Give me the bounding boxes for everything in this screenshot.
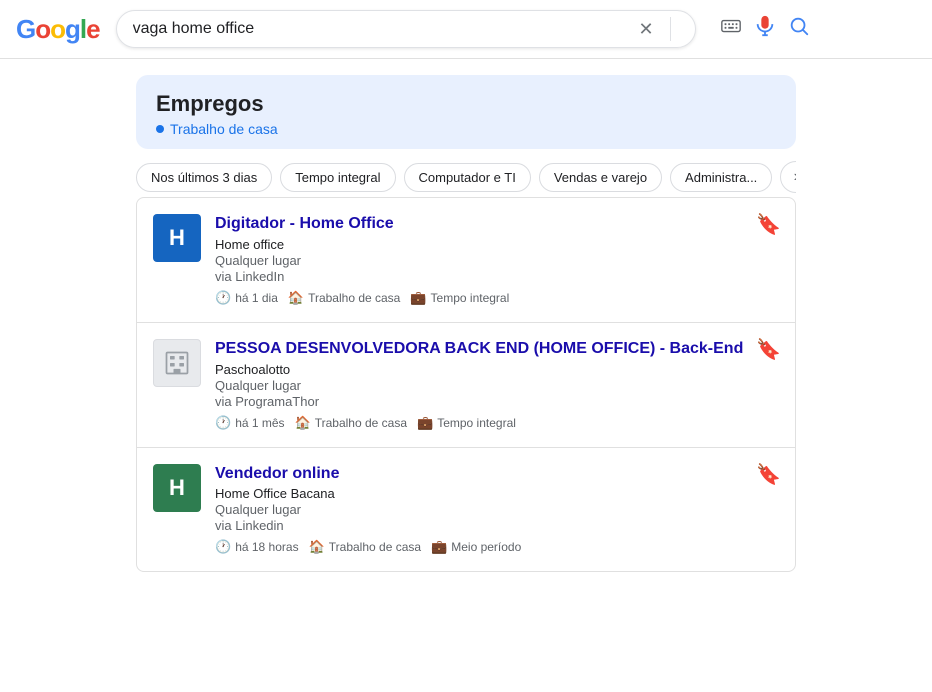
job-title-2: Vendedor online <box>215 464 779 485</box>
job-item-2[interactable]: H Vendedor online Home Office Bacana Qua… <box>137 448 795 572</box>
job-logo-2: H <box>153 464 201 512</box>
main-content: Empregos Trabalho de casa Nos últimos 3 … <box>116 59 816 588</box>
home-icon-1-1: 🏠 <box>295 415 311 431</box>
job-item-1[interactable]: PESSOA DESENVOLVEDORA BACK END (HOME OFF… <box>137 323 795 448</box>
job-content-2: Vendedor online Home Office Bacana Qualq… <box>215 464 779 556</box>
job-tag-1-1: 🏠 Trabalho de casa <box>295 415 407 431</box>
clock-icon-0-0: 🕐 <box>215 290 231 306</box>
microphone-icon[interactable] <box>754 15 776 43</box>
search-divider <box>670 17 671 41</box>
job-logo-0: H <box>153 214 201 262</box>
filters-row: Nos últimos 3 dias Tempo integral Comput… <box>136 161 796 193</box>
jobs-card-title: Empregos <box>156 91 776 117</box>
search-bar: ✕ <box>116 10 696 48</box>
google-logo: Google <box>16 14 100 45</box>
job-title-0: Digitador - Home Office <box>215 214 779 235</box>
building-icon <box>163 349 191 377</box>
job-tag-0-0: 🕐 há 1 dia <box>215 290 278 306</box>
bag-icon-2-2: 💼 <box>431 539 447 555</box>
jobs-card: Empregos Trabalho de casa <box>136 75 796 149</box>
home-icon-2-1: 🏠 <box>309 539 325 555</box>
job-tag-1-2: 💼 Tempo integral <box>417 415 516 431</box>
header: Google ✕ <box>0 0 932 59</box>
home-icon-0-1: 🏠 <box>288 290 304 306</box>
header-icons <box>720 15 810 43</box>
job-company-1: Paschoalotto <box>215 362 779 377</box>
filter-chip-4[interactable]: Administra... <box>670 163 772 192</box>
jobs-card-subtitle: Trabalho de casa <box>156 121 776 137</box>
bookmark-button-1[interactable]: 🔖 <box>756 337 781 362</box>
job-location-2: Qualquer lugar <box>215 502 779 517</box>
job-tag-2-1: 🏠 Trabalho de casa <box>309 539 421 555</box>
filter-chip-2[interactable]: Computador e TI <box>404 163 531 192</box>
bag-icon-0-2: 💼 <box>410 290 426 306</box>
filter-chip-1[interactable]: Tempo integral <box>280 163 395 192</box>
keyboard-icon[interactable] <box>720 15 742 43</box>
blue-dot-icon <box>156 125 164 133</box>
clear-icon[interactable]: ✕ <box>639 19 654 40</box>
job-location-0: Qualquer lugar <box>215 253 779 268</box>
job-location-1: Qualquer lugar <box>215 378 779 393</box>
job-company-2: Home Office Bacana <box>215 486 779 501</box>
job-tag-1-0: 🕐 há 1 mês <box>215 415 285 431</box>
job-content-1: PESSOA DESENVOLVEDORA BACK END (HOME OFF… <box>215 339 779 431</box>
job-tags-0: 🕐 há 1 dia 🏠 Trabalho de casa 💼 Tempo in… <box>215 290 779 306</box>
filters-next-button[interactable]: › <box>780 161 796 193</box>
filter-chip-3[interactable]: Vendas e varejo <box>539 163 662 192</box>
job-title-1: PESSOA DESENVOLVEDORA BACK END (HOME OFF… <box>215 339 779 360</box>
search-submit-icon[interactable] <box>788 15 810 43</box>
job-tags-2: 🕐 há 18 horas 🏠 Trabalho de casa 💼 Meio … <box>215 539 779 555</box>
filter-chip-0[interactable]: Nos últimos 3 dias <box>136 163 272 192</box>
job-via-2: via Linkedin <box>215 518 779 533</box>
clock-icon-2-0: 🕐 <box>215 539 231 555</box>
bookmark-button-2[interactable]: 🔖 <box>756 462 781 487</box>
clock-icon-1-0: 🕐 <box>215 415 231 431</box>
bookmark-button-0[interactable]: 🔖 <box>756 212 781 237</box>
job-via-0: via LinkedIn <box>215 269 779 284</box>
jobs-card-subtitle-text: Trabalho de casa <box>170 121 278 137</box>
job-item-0[interactable]: H Digitador - Home Office Home office Qu… <box>137 198 795 323</box>
job-content-0: Digitador - Home Office Home office Qual… <box>215 214 779 306</box>
job-tags-1: 🕐 há 1 mês 🏠 Trabalho de casa 💼 Tempo in… <box>215 415 779 431</box>
job-company-0: Home office <box>215 237 779 252</box>
job-tag-2-0: 🕐 há 18 horas <box>215 539 299 555</box>
jobs-list: H Digitador - Home Office Home office Qu… <box>136 197 796 572</box>
search-input[interactable] <box>133 20 639 38</box>
job-logo-1 <box>153 339 201 387</box>
job-via-1: via ProgramaThor <box>215 394 779 409</box>
bag-icon-1-2: 💼 <box>417 415 433 431</box>
job-tag-2-2: 💼 Meio período <box>431 539 521 555</box>
job-tag-0-1: 🏠 Trabalho de casa <box>288 290 400 306</box>
job-tag-0-2: 💼 Tempo integral <box>410 290 509 306</box>
